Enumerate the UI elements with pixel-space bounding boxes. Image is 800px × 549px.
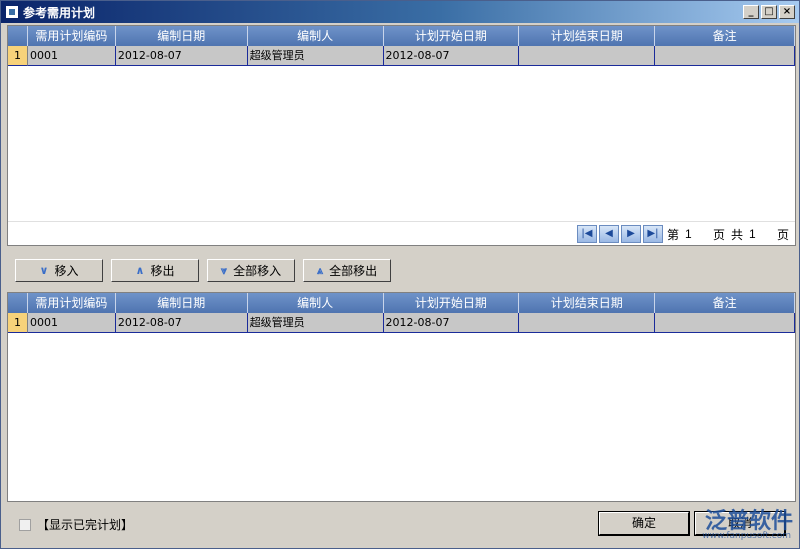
total-suffix: 页: [776, 227, 789, 242]
move-in-button[interactable]: ∨ 移入: [15, 259, 103, 282]
col-header-author[interactable]: 编制人: [248, 293, 384, 313]
col-header-note[interactable]: 备注: [655, 293, 795, 313]
show-completed-checkbox[interactable]: [19, 518, 31, 531]
cell-note[interactable]: [655, 46, 795, 66]
col-header-note[interactable]: 备注: [655, 26, 795, 46]
cell-code[interactable]: 0001: [27, 46, 116, 66]
selected-plan-grid: 需用计划编码 编制日期 编制人 计划开始日期 计划结束日期 备注 1 0001 …: [7, 292, 796, 502]
minimize-button[interactable]: _: [743, 5, 759, 19]
app-icon: [5, 5, 19, 19]
dialog-window: 参考需用计划 _ □ × 需用计划编码 编制日期 编制人 计划开始日期 计划结束…: [0, 0, 800, 549]
total-pages-field: [746, 225, 773, 243]
move-all-in-button[interactable]: ⩔ 全部移入: [207, 259, 295, 282]
move-all-out-label: 全部移出: [329, 264, 378, 278]
last-page-icon[interactable]: ▶|: [642, 225, 663, 243]
col-header-author[interactable]: 编制人: [248, 26, 384, 46]
col-header-end[interactable]: 计划结束日期: [519, 293, 656, 313]
col-header-date[interactable]: 编制日期: [116, 293, 248, 313]
col-header-code[interactable]: 需用计划编码: [28, 293, 116, 313]
cell-end[interactable]: [519, 46, 656, 66]
cell-start[interactable]: 2012-08-07: [383, 46, 520, 66]
chevron-down-icon: ∨: [39, 264, 49, 277]
ok-button[interactable]: 确定: [598, 511, 690, 536]
cell-start[interactable]: 2012-08-07: [383, 313, 520, 333]
total-prefix: 共: [730, 227, 743, 242]
prev-page-icon[interactable]: ◀: [598, 225, 619, 243]
pagination-bar: |◀ ◀ ▶ ▶| 第 页 共 页: [8, 221, 795, 245]
cell-code[interactable]: 0001: [27, 313, 116, 333]
grid-header: 需用计划编码 编制日期 编制人 计划开始日期 计划结束日期 备注: [8, 26, 795, 46]
move-all-in-label: 全部移入: [233, 264, 282, 278]
double-chevron-down-icon: ⩔: [220, 263, 228, 277]
cell-end[interactable]: [519, 313, 656, 333]
cell-date[interactable]: 2012-08-07: [115, 313, 248, 333]
watermark-site: www.fanpusoft.com: [702, 531, 791, 541]
source-plan-grid: 需用计划编码 编制日期 编制人 计划开始日期 计划结束日期 备注 1 0001 …: [7, 25, 796, 246]
cell-author[interactable]: 超级管理员: [247, 313, 384, 333]
page-number-input[interactable]: [682, 225, 709, 243]
col-header-start[interactable]: 计划开始日期: [384, 26, 520, 46]
cell-author[interactable]: 超级管理员: [247, 46, 384, 66]
maximize-button[interactable]: □: [761, 5, 777, 19]
table-row[interactable]: 1 0001 2012-08-07 超级管理员 2012-08-07: [8, 46, 795, 66]
double-chevron-up-icon: ⩓: [316, 263, 324, 277]
cell-note[interactable]: [655, 313, 795, 333]
cell-date[interactable]: 2012-08-07: [115, 46, 248, 66]
move-out-button[interactable]: ∧ 移出: [111, 259, 199, 282]
col-header-start[interactable]: 计划开始日期: [384, 293, 520, 313]
transfer-toolbar: ∨ 移入 ∧ 移出 ⩔ 全部移入 ⩓ 全部移出: [15, 259, 391, 282]
col-header-date[interactable]: 编制日期: [116, 26, 248, 46]
row-number: 1: [8, 313, 28, 333]
next-page-icon[interactable]: ▶: [620, 225, 641, 243]
move-all-out-button[interactable]: ⩓ 全部移出: [303, 259, 391, 282]
row-number: 1: [8, 46, 28, 66]
row-number-header: [8, 293, 28, 313]
move-in-label: 移入: [54, 264, 79, 278]
col-header-code[interactable]: 需用计划编码: [28, 26, 116, 46]
chevron-up-icon: ∧: [135, 264, 145, 277]
col-header-end[interactable]: 计划结束日期: [519, 26, 656, 46]
close-button[interactable]: ×: [779, 5, 795, 19]
row-number-header: [8, 26, 28, 46]
page-prefix: 第: [666, 227, 679, 242]
move-out-label: 移出: [150, 264, 175, 278]
page-suffix: 页: [712, 227, 725, 242]
window-title: 参考需用计划: [23, 5, 96, 20]
title-bar[interactable]: 参考需用计划 _ □ ×: [1, 1, 799, 23]
table-row[interactable]: 1 0001 2012-08-07 超级管理员 2012-08-07: [8, 313, 795, 333]
first-page-icon[interactable]: |◀: [576, 225, 597, 243]
show-completed-label: 【显示已完计划】: [37, 518, 134, 532]
grid-header: 需用计划编码 编制日期 编制人 计划开始日期 计划结束日期 备注: [8, 293, 795, 313]
show-completed-toggle[interactable]: 【显示已完计划】: [19, 516, 133, 533]
